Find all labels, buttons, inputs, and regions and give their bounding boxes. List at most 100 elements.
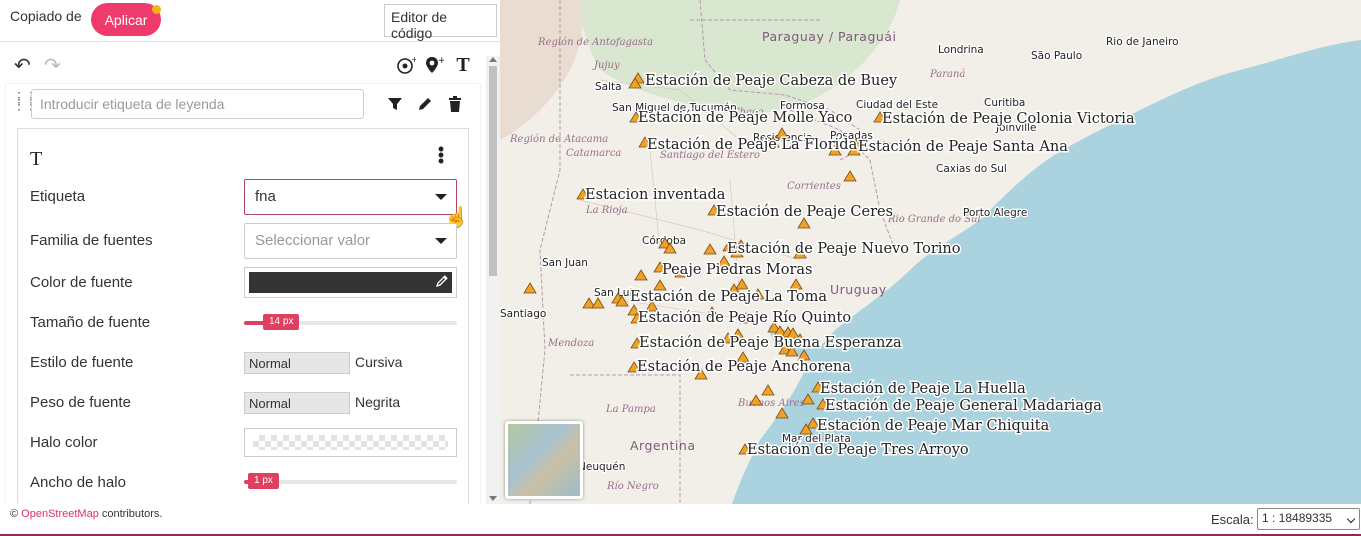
drag-handle-icon[interactable]: ⋮⋮⋮⋮ xyxy=(12,90,38,111)
add-mark-icon[interactable]: + xyxy=(395,54,417,76)
station-label: Estación de Peaje Nuevo Torino xyxy=(727,241,960,257)
station-label: Estación de Peaje Ceres xyxy=(716,204,893,220)
map-country-label: Argentina xyxy=(630,438,695,453)
halo-width-row-label: Ancho de halo xyxy=(30,474,126,491)
pending-changes-dot xyxy=(152,5,161,14)
panel-scrollbar[interactable] xyxy=(486,56,500,504)
halo-width-slider[interactable]: 1 px xyxy=(244,473,457,489)
map-region-label: Región de Antofagasta xyxy=(537,37,653,48)
font-size-row-label: Tamaño de fuente xyxy=(30,314,151,331)
label-attribute-value: fna xyxy=(255,188,276,205)
map-canvas[interactable]: Región de Antofagasta Región de Atacama … xyxy=(500,0,1361,504)
footer-bar: © OpenStreetMap contributors. Escala: 1 … xyxy=(0,504,1361,536)
label-attribute-select[interactable]: fna xyxy=(244,179,457,215)
font-size-slider[interactable]: 14 px xyxy=(244,314,457,330)
station-label: Estación de Peaje Molle Yaco xyxy=(638,110,852,126)
filter-icon[interactable] xyxy=(385,94,405,114)
map-region-label: La Rioja xyxy=(585,205,628,216)
font-family-select[interactable]: Seleccionar valor xyxy=(244,223,457,259)
transparent-color-swatch xyxy=(253,435,448,450)
station-label: Estación de Peaje Anchorena xyxy=(637,359,851,375)
font-color-field[interactable] xyxy=(244,267,457,298)
svg-text:+: + xyxy=(438,56,444,66)
scroll-up-icon[interactable] xyxy=(489,57,497,62)
station-label: Estación de Peaje La Florida xyxy=(647,137,858,153)
svg-text:+: + xyxy=(411,55,416,64)
map-region-label: Río Negro xyxy=(606,481,659,492)
font-style-normal-option[interactable]: Normal xyxy=(244,352,350,374)
font-color-row-label: Color de fuente xyxy=(30,274,133,291)
font-style-toggle: Normal Cursiva xyxy=(244,352,457,374)
overview-minimap[interactable] xyxy=(505,421,583,499)
attribution-suffix: contributors. xyxy=(98,508,163,520)
map-city-label: Londrina xyxy=(938,44,984,56)
halo-color-row-label: Halo color xyxy=(30,434,98,451)
text-symbolizer-type-icon: T xyxy=(30,148,43,170)
station-label: Peaje Piedras Moras xyxy=(662,262,813,278)
map-city-label: São Paulo xyxy=(1031,50,1082,62)
font-size-tooltip[interactable]: 14 px xyxy=(263,314,300,330)
redo-icon[interactable]: ↷ xyxy=(44,56,61,76)
station-label: Estación de Peaje La Huella xyxy=(820,381,1026,397)
apply-button[interactable]: Aplicar xyxy=(91,3,161,36)
station-label: Estación de Peaje Tres Arroyo xyxy=(747,442,969,458)
station-label: Estación de Peaje Buena Esperanza xyxy=(639,335,902,351)
font-color-swatch[interactable] xyxy=(249,272,452,293)
map-view[interactable]: Región de Antofagasta Región de Atacama … xyxy=(500,0,1361,504)
map-region-label: Catamarca xyxy=(566,148,621,159)
scale-value: 1 : 18489335 xyxy=(1262,511,1333,525)
minimap-thumbnail xyxy=(508,424,580,496)
eyedropper-icon[interactable] xyxy=(435,274,449,291)
scale-label: Escala: xyxy=(1211,512,1254,527)
legend-label-input[interactable] xyxy=(31,89,364,119)
font-family-row-label: Familia de fuentes xyxy=(30,232,153,249)
map-region-label: Corrientes xyxy=(787,181,841,192)
map-attribution: © OpenStreetMap contributors. xyxy=(10,508,162,520)
more-options-icon[interactable]: • • • xyxy=(434,140,448,170)
add-icon-symbolizer-icon[interactable]: + xyxy=(423,54,445,76)
map-region-label: La Pampa xyxy=(605,404,656,415)
map-region-label: Paraná xyxy=(929,69,965,80)
edit-pencil-icon[interactable] xyxy=(415,94,435,114)
scroll-down-icon[interactable] xyxy=(489,496,497,501)
code-editor-button[interactable]: Editor de código xyxy=(384,4,497,41)
map-city-label: Porto Alegre xyxy=(963,207,1027,219)
halo-width-tooltip[interactable]: 1 px xyxy=(248,473,279,489)
map-city-label: Caxias do Sul xyxy=(936,163,1007,175)
chevron-down-icon xyxy=(435,238,447,244)
font-style-italic-option[interactable]: Cursiva xyxy=(355,354,402,370)
add-text-symbolizer-icon[interactable]: T xyxy=(452,54,474,76)
station-label: Estación de Peaje Colonia Victoria xyxy=(882,111,1135,127)
font-weight-row-label: Peso de fuente xyxy=(30,394,131,411)
font-style-row-label: Estilo de fuente xyxy=(30,354,134,371)
openstreetmap-link[interactable]: OpenStreetMap xyxy=(21,508,99,520)
scrollbar-thumb[interactable] xyxy=(489,66,497,276)
style-editor-panel: ↶ ↷ + + T ⋮⋮⋮⋮ T ••• Etiqueta fna ☝ Fami… xyxy=(0,42,500,504)
copied-from-label: Copiado de xyxy=(10,8,82,24)
map-country-label: Uruguay xyxy=(830,282,887,297)
halo-color-field[interactable] xyxy=(244,428,457,457)
font-weight-toggle: Normal Negrita xyxy=(244,392,457,414)
map-city-label: Santiago xyxy=(500,308,546,320)
copyright-symbol: © xyxy=(10,508,19,520)
map-country-label: Paraguay / Paraguái xyxy=(762,29,896,44)
scale-select[interactable]: 1 : 18489335 xyxy=(1257,508,1360,530)
station-label: Estacion inventada xyxy=(585,187,726,203)
map-region-label: Jujuy xyxy=(592,60,620,71)
map-region-label: Mendoza xyxy=(547,338,594,349)
label-row-label: Etiqueta xyxy=(30,188,86,205)
map-city-label: Salta xyxy=(595,81,622,93)
station-label: Estación de Peaje La Toma xyxy=(630,289,827,305)
station-label: Estación de Peaje Santa Ana xyxy=(858,139,1068,155)
chevron-down-icon xyxy=(435,194,447,200)
undo-icon[interactable]: ↶ xyxy=(14,56,31,76)
map-region-label: Buenos Aires xyxy=(737,398,805,409)
font-weight-normal-option[interactable]: Normal xyxy=(244,392,350,414)
delete-trash-icon[interactable] xyxy=(445,94,465,114)
font-weight-bold-option[interactable]: Negrita xyxy=(355,394,400,410)
map-region-label: Región de Atacama xyxy=(509,134,608,145)
map-city-label: Curitiba xyxy=(984,97,1025,109)
map-city-label: San Juan xyxy=(542,257,588,269)
station-label: Estación de Peaje Cabeza de Buey xyxy=(645,73,898,89)
map-city-label: Ciudad del Este xyxy=(856,99,938,111)
